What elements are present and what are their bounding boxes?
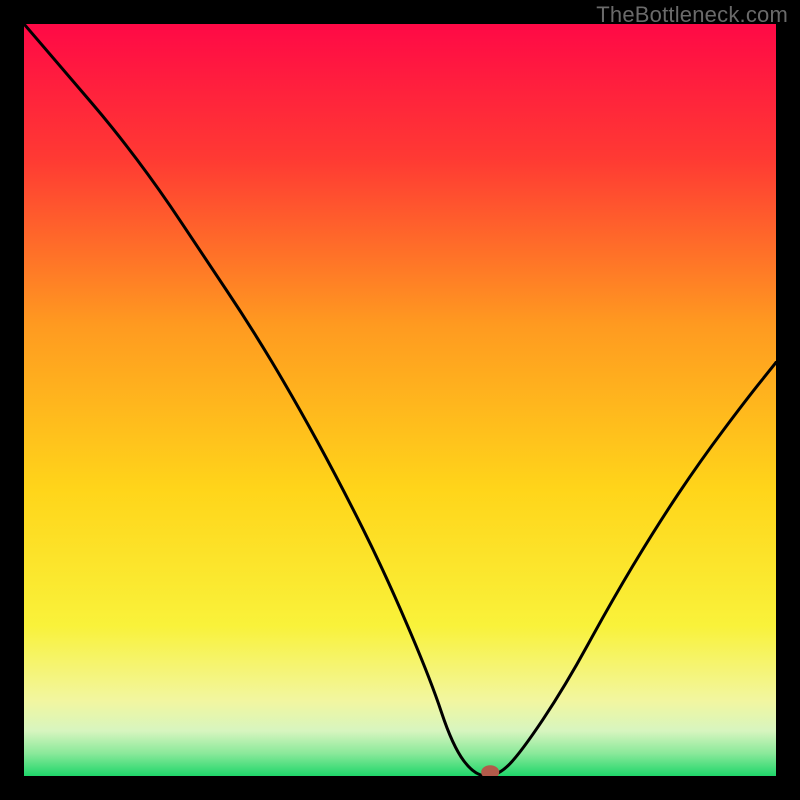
- chart-frame: TheBottleneck.com: [0, 0, 800, 800]
- bottleneck-chart: [24, 24, 776, 776]
- chart-background: [24, 24, 776, 776]
- chart-svg: [24, 24, 776, 776]
